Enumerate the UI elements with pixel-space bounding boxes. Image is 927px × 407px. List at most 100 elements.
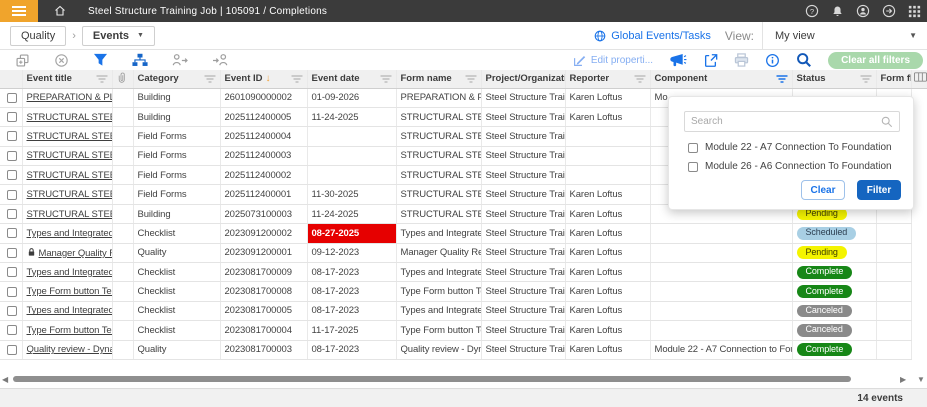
- launch-icon[interactable]: [882, 4, 896, 18]
- horizontal-scrollbar[interactable]: ◀ ▶ ▼: [0, 374, 927, 385]
- row-checkbox[interactable]: [7, 170, 17, 180]
- col-component[interactable]: Component: [650, 70, 792, 88]
- scroll-left-arrow[interactable]: ◀: [2, 374, 8, 385]
- filter-button[interactable]: [93, 53, 108, 67]
- menu-icon[interactable]: [0, 0, 38, 22]
- user-icon[interactable]: [856, 4, 870, 18]
- column-filter-icon[interactable]: [380, 75, 392, 83]
- search-button[interactable]: [796, 52, 812, 68]
- hierarchy-button[interactable]: [132, 53, 148, 67]
- event-title-link[interactable]: Quality review - Dyna...: [27, 344, 113, 355]
- scroll-down-arrow[interactable]: ▼: [917, 374, 925, 385]
- event-title-link[interactable]: Type Form button Te...: [27, 286, 113, 297]
- column-filter-icon[interactable]: [860, 75, 872, 83]
- select-all-cell[interactable]: [0, 70, 22, 88]
- column-filter-icon[interactable]: [204, 75, 216, 83]
- col-form-name[interactable]: Form name: [396, 70, 481, 88]
- search-icon: [796, 52, 812, 68]
- breadcrumb[interactable]: Steel Structure Training Job | 105091 / …: [88, 6, 327, 17]
- row-checkbox[interactable]: [7, 131, 17, 141]
- claim-user-button[interactable]: [212, 53, 228, 67]
- popup-filter-button[interactable]: Filter: [857, 180, 901, 200]
- filter-option-2[interactable]: Module 26 - A6 Connection To Foundation: [685, 161, 892, 172]
- col-status[interactable]: Status: [792, 70, 876, 88]
- popup-search-box[interactable]: [684, 111, 900, 132]
- row-checkbox[interactable]: [7, 151, 17, 161]
- scrollbar-thumb[interactable]: [13, 376, 851, 382]
- help-icon[interactable]: ?: [805, 4, 819, 18]
- row-checkbox[interactable]: [7, 228, 17, 238]
- columns-icon: [914, 72, 927, 82]
- copy-events-button[interactable]: [15, 53, 30, 68]
- column-filter-icon[interactable]: [465, 75, 477, 83]
- tab-events[interactable]: Events▼: [82, 26, 155, 46]
- popup-clear-button[interactable]: Clear: [801, 180, 845, 200]
- event-title-link[interactable]: STRUCTURAL STEEL ...: [27, 131, 113, 142]
- print-button[interactable]: [734, 53, 749, 67]
- cancel-event-button[interactable]: [54, 53, 69, 68]
- assign-user-button[interactable]: [172, 53, 188, 67]
- scroll-right-arrow[interactable]: ▶: [900, 374, 906, 385]
- export-button[interactable]: [703, 53, 718, 68]
- filter-option-1[interactable]: Module 22 - A7 Connection To Foundation: [685, 142, 892, 153]
- row-checkbox[interactable]: [7, 287, 17, 297]
- event-title-link[interactable]: Manager Quality R...: [39, 248, 113, 259]
- row-checkbox[interactable]: [7, 209, 17, 219]
- filter-option-1-checkbox[interactable]: [688, 143, 698, 153]
- row-checkbox[interactable]: [7, 93, 17, 103]
- apps-grid-icon[interactable]: [908, 5, 921, 18]
- col-attachment[interactable]: [112, 70, 133, 88]
- home-icon[interactable]: [54, 5, 66, 17]
- event-title-link[interactable]: PREPARATION & PLA...: [27, 92, 113, 103]
- form-flow-cell: [876, 282, 911, 301]
- col-form-flow[interactable]: Form flo: [876, 70, 911, 88]
- col-event-id[interactable]: Event ID↓: [220, 70, 307, 88]
- row-checkbox[interactable]: [7, 112, 17, 122]
- announce-button[interactable]: [669, 53, 687, 68]
- column-filter-icon[interactable]: [634, 75, 646, 83]
- column-filter-icon[interactable]: [291, 75, 303, 83]
- col-reporter[interactable]: Reporter: [565, 70, 650, 88]
- event-title-link[interactable]: STRUCTURAL STEEL ...: [27, 150, 113, 161]
- notifications-icon[interactable]: [831, 5, 844, 18]
- table-row: Types and Integrated ...Checklist2023081…: [0, 263, 927, 282]
- popup-search-input[interactable]: [685, 116, 881, 127]
- row-checkbox[interactable]: [7, 248, 17, 258]
- event-title-link[interactable]: STRUCTURAL STEEL ...: [27, 170, 113, 181]
- row-checkbox[interactable]: [7, 306, 17, 316]
- event-date-cell: [307, 166, 396, 185]
- col-event-title[interactable]: Event title: [22, 70, 112, 88]
- column-filter-active-icon[interactable]: [776, 75, 788, 83]
- event-title-link[interactable]: STRUCTURAL STEEL ...: [27, 209, 113, 220]
- column-chooser-button[interactable]: [911, 70, 927, 88]
- col-event-date[interactable]: Event date: [307, 70, 396, 88]
- breadcrumb-quality[interactable]: Quality: [10, 26, 66, 46]
- row-checkbox[interactable]: [7, 345, 17, 355]
- clear-all-filters-button[interactable]: Clear all filters: [828, 52, 923, 69]
- project-cell: Steel Structure Traini...: [481, 88, 565, 107]
- chevron-down-icon: ▼: [909, 31, 917, 40]
- view-select[interactable]: My view ▼: [762, 22, 927, 49]
- form-name-cell: PREPARATION & PLA...: [396, 88, 481, 107]
- col-project[interactable]: Project/Organizati: [481, 70, 565, 88]
- row-checkbox[interactable]: [7, 190, 17, 200]
- edit-properties-button[interactable]: Edit properti...: [573, 54, 653, 67]
- event-id-cell: 2023081700004: [220, 321, 307, 340]
- info-button[interactable]: [765, 53, 780, 68]
- event-title-link[interactable]: Types and Integrated ...: [27, 267, 113, 278]
- event-title-link[interactable]: STRUCTURAL STEEL ...: [27, 189, 113, 200]
- event-title-link[interactable]: Types and Integrated ...: [27, 228, 113, 239]
- global-events-tasks-link[interactable]: Global Events/Tasks: [594, 30, 711, 42]
- column-filter-icon[interactable]: [96, 75, 108, 83]
- status-cell: Complete: [792, 282, 876, 301]
- filter-option-2-checkbox[interactable]: [688, 162, 698, 172]
- corner-cell: [911, 321, 927, 340]
- event-title-link[interactable]: STRUCTURAL STEEL ...: [27, 112, 113, 123]
- row-checkbox[interactable]: [7, 267, 17, 277]
- row-checkbox[interactable]: [7, 325, 17, 335]
- form-name-cell: STRUCTURAL STEEL ...: [396, 146, 481, 165]
- event-title-link[interactable]: Types and Integrated ...: [27, 305, 113, 316]
- status-badge: Complete: [797, 285, 853, 298]
- event-title-link[interactable]: Type Form button Te...: [27, 325, 113, 336]
- col-category[interactable]: Category: [133, 70, 220, 88]
